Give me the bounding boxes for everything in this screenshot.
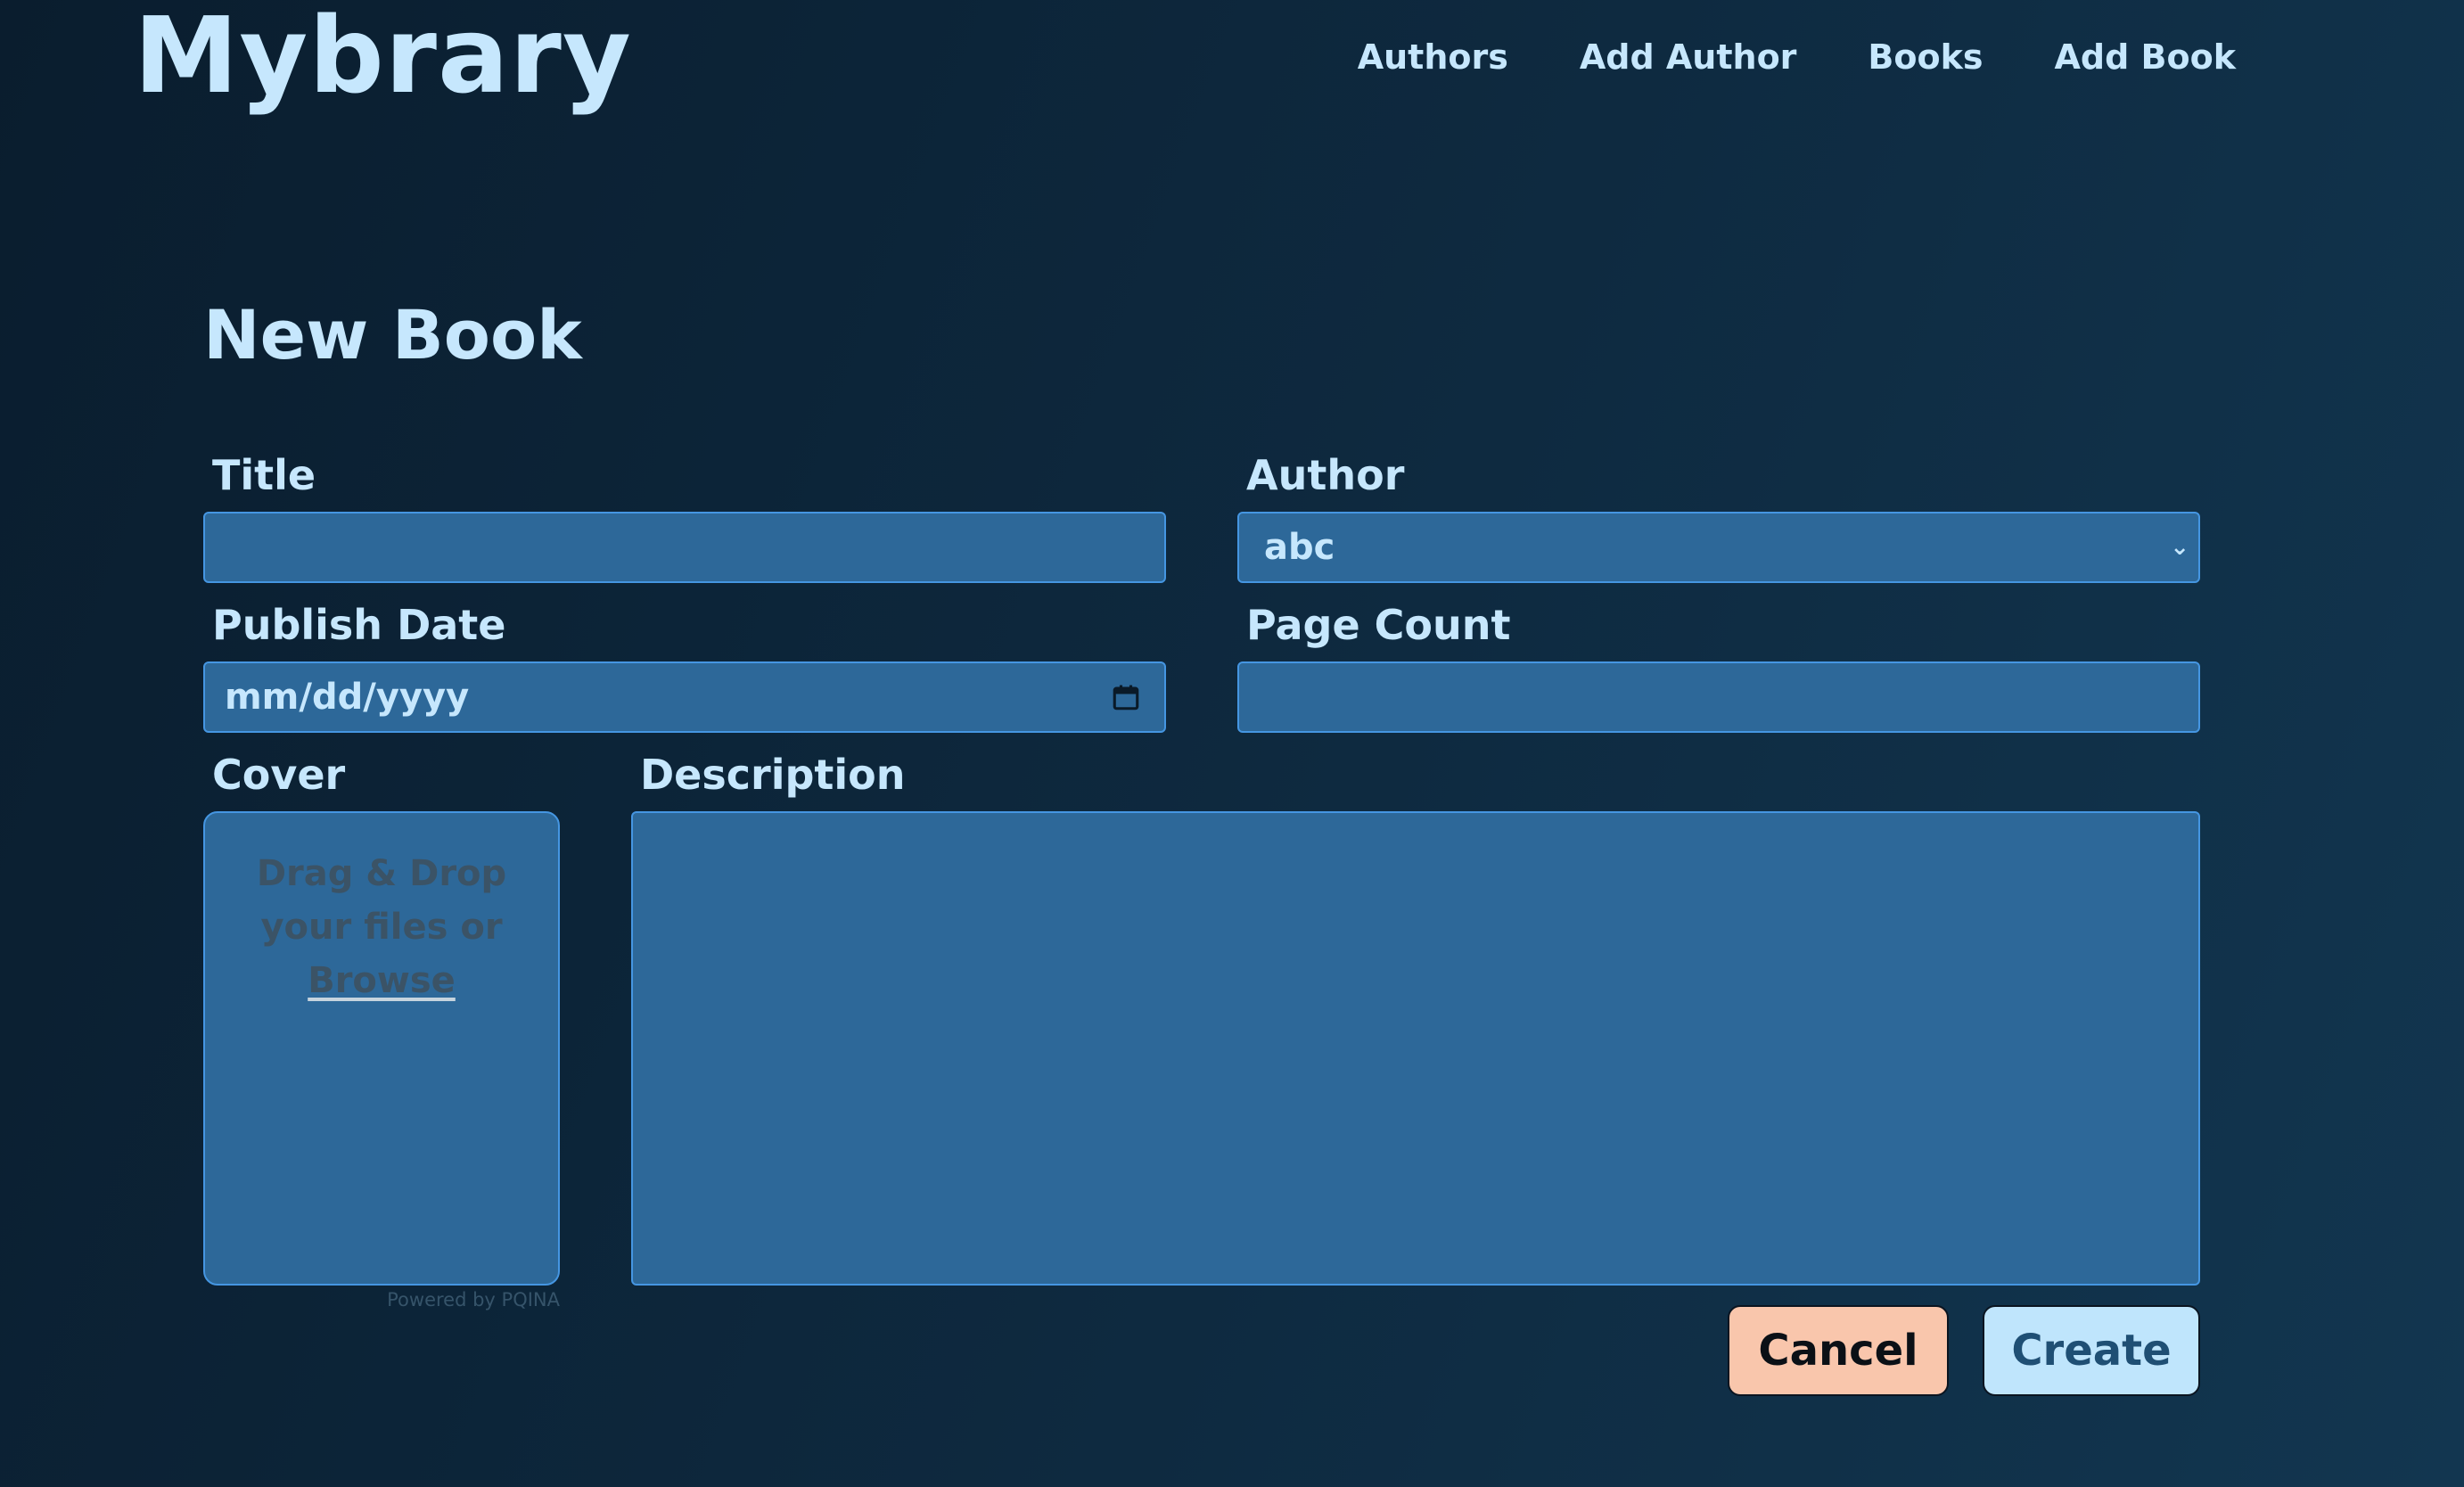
calendar-icon[interactable] (1111, 682, 1141, 712)
author-label: Author (1246, 451, 1405, 499)
main-nav: Authors Add Author Books Add Book (1358, 37, 2236, 77)
cover-label: Cover (212, 751, 346, 799)
drop-instructions: Drag & Drop your files or (256, 853, 507, 948)
browse-link[interactable]: Browse (308, 960, 456, 1001)
cancel-button[interactable]: Cancel (1728, 1305, 1949, 1396)
publish-date-label: Publish Date (212, 601, 506, 649)
header: Mybrary Authors Add Author Books Add Boo… (0, 0, 2464, 143)
nav-authors[interactable]: Authors (1358, 37, 1508, 77)
page-title: New Book (203, 295, 582, 374)
author-select-value: abc (1264, 527, 1335, 568)
page-count-input[interactable] (1237, 661, 2200, 733)
nav-add-book[interactable]: Add Book (2055, 37, 2237, 77)
cover-dropzone[interactable]: Drag & Drop your files or Browse (203, 811, 560, 1286)
page-count-label: Page Count (1246, 601, 1511, 649)
logo[interactable]: Mybrary (134, 0, 632, 119)
cover-drop-text: Drag & Drop your files or Browse (205, 847, 558, 1007)
powered-by-pqina[interactable]: Powered by PQINA (369, 1289, 560, 1310)
description-textarea[interactable] (631, 811, 2200, 1286)
author-select[interactable]: abc ⌄ (1237, 512, 2200, 583)
nav-books[interactable]: Books (1868, 37, 1983, 77)
description-label: Description (640, 751, 906, 799)
publish-date-placeholder: mm/dd/yyyy (225, 677, 470, 718)
nav-add-author[interactable]: Add Author (1580, 37, 1797, 77)
title-label: Title (212, 451, 316, 499)
chevron-down-icon: ⌄ (2170, 534, 2189, 561)
create-button[interactable]: Create (1983, 1305, 2200, 1396)
publish-date-input[interactable]: mm/dd/yyyy (203, 661, 1166, 733)
title-input[interactable] (203, 512, 1166, 583)
